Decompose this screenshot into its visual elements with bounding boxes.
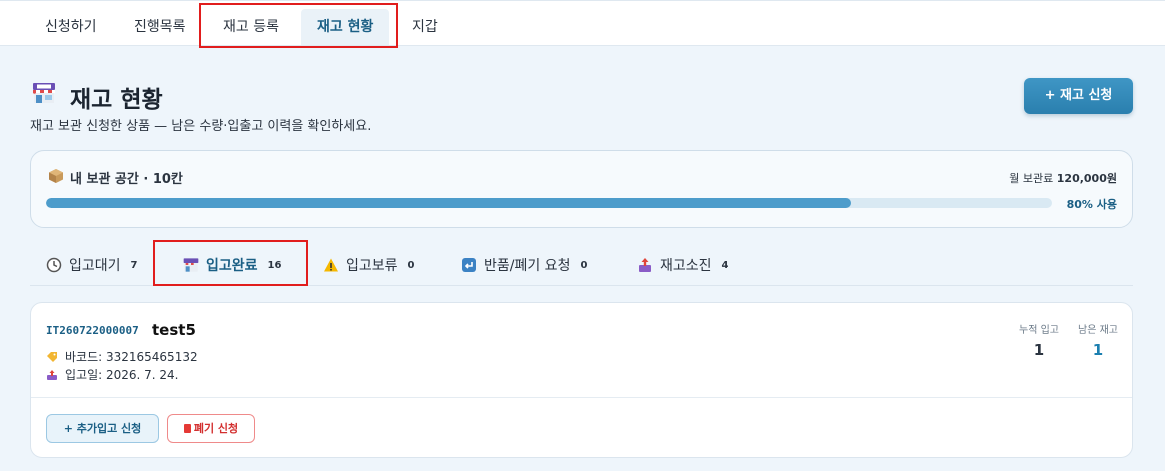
tag-icon xyxy=(47,351,57,362)
item-date-row: 입고일: 2026. 7. 24. xyxy=(46,366,179,383)
storage-fee-value: 120,000원 xyxy=(1056,172,1117,185)
storage-fee-label: 월 보관료 xyxy=(1009,172,1054,185)
top-navigation: 신청하기 진행목록 재고 등록 재고 현황 지갑 xyxy=(0,0,1165,46)
storage-card: 내 보관 공간 · 10칸 월 보관료 120,000원 80% 사용 xyxy=(30,150,1133,228)
item-divider xyxy=(31,397,1132,398)
add-inbound-button[interactable]: + 추가입고 신청 xyxy=(46,414,159,443)
warning-icon xyxy=(324,258,338,272)
remaining-stat: 남은 재고 1 xyxy=(1071,321,1125,359)
status-tab-received[interactable]: 입고완료 16 xyxy=(183,244,281,286)
stock-item-card: IT260722000007 test5 바코드: 332165465132 입… xyxy=(30,302,1133,458)
remaining-label: 남은 재고 xyxy=(1078,325,1118,336)
store-icon xyxy=(183,258,199,272)
nav-tab-stock-status[interactable]: 재고 현황 xyxy=(301,9,390,45)
store-icon xyxy=(33,83,55,103)
item-barcode-row: 바코드: 332165465132 xyxy=(46,348,198,365)
storage-fee: 월 보관료 120,000원 xyxy=(1009,170,1117,186)
nav-tab-progress[interactable]: 진행목록 xyxy=(118,9,202,45)
status-tabs: 입고대기 7 입고완료 16 입고보류 0 반품/폐기 요청 0 재고소진 4 xyxy=(30,244,1133,286)
status-tab-hold[interactable]: 입고보류 0 xyxy=(323,244,415,286)
status-tab-return[interactable]: 반품/폐기 요청 0 xyxy=(461,244,587,286)
inbox-icon xyxy=(47,369,57,380)
item-barcode: 바코드: 332165465132 xyxy=(65,350,198,364)
status-tab-label: 입고대기 xyxy=(69,258,121,274)
nav-tab-stock-register[interactable]: 재고 등록 xyxy=(207,9,295,45)
cumulative-stat: 누적 입고 1 xyxy=(1012,321,1066,359)
remaining-value: 1 xyxy=(1092,341,1104,359)
nav-tab-apply[interactable]: 신청하기 xyxy=(29,9,113,45)
storage-usage-bar xyxy=(46,198,1052,208)
status-tab-count: 4 xyxy=(721,259,729,271)
storage-usage-fill xyxy=(46,198,851,208)
page-title: 재고 현황 xyxy=(70,87,163,113)
storage-usage-text: 80% 사용 xyxy=(1066,198,1117,211)
clock-icon xyxy=(46,257,62,273)
status-tab-count: 16 xyxy=(267,259,282,271)
outbox-icon xyxy=(639,258,651,272)
trash-icon xyxy=(183,424,191,433)
storage-label: 내 보관 공간 · 10칸 xyxy=(70,172,183,187)
status-tab-count: 7 xyxy=(130,259,138,271)
stock-apply-button[interactable]: + 재고 신청 xyxy=(1024,78,1133,114)
status-tab-label: 입고보류 xyxy=(346,258,398,274)
item-code: IT260722000007 xyxy=(46,324,139,337)
status-tab-depleted[interactable]: 재고소진 4 xyxy=(637,244,729,286)
status-tab-waiting[interactable]: 입고대기 7 xyxy=(46,244,138,286)
discard-label: 폐기 신청 xyxy=(193,422,239,435)
cumulative-value: 1 xyxy=(1033,341,1045,359)
status-tab-count: 0 xyxy=(580,259,588,271)
item-name: test5 xyxy=(152,321,196,339)
status-tab-label: 반품/폐기 요청 xyxy=(484,258,571,274)
status-tab-count: 0 xyxy=(407,259,415,271)
box-icon xyxy=(49,169,63,183)
nav-tab-wallet[interactable]: 지갑 xyxy=(396,9,454,45)
page-subtitle: 재고 보관 신청한 상품 — 남은 수량·입출고 이력을 확인하세요. xyxy=(30,119,372,134)
discard-button[interactable]: 폐기 신청 xyxy=(167,414,255,443)
item-received-date: 입고일: 2026. 7. 24. xyxy=(65,368,179,382)
status-tab-label: 재고소진 xyxy=(660,258,712,274)
top-border xyxy=(0,0,1165,1)
cumulative-label: 누적 입고 xyxy=(1019,325,1059,336)
status-tab-label: 입고완료 xyxy=(206,258,258,274)
return-icon xyxy=(462,258,476,272)
